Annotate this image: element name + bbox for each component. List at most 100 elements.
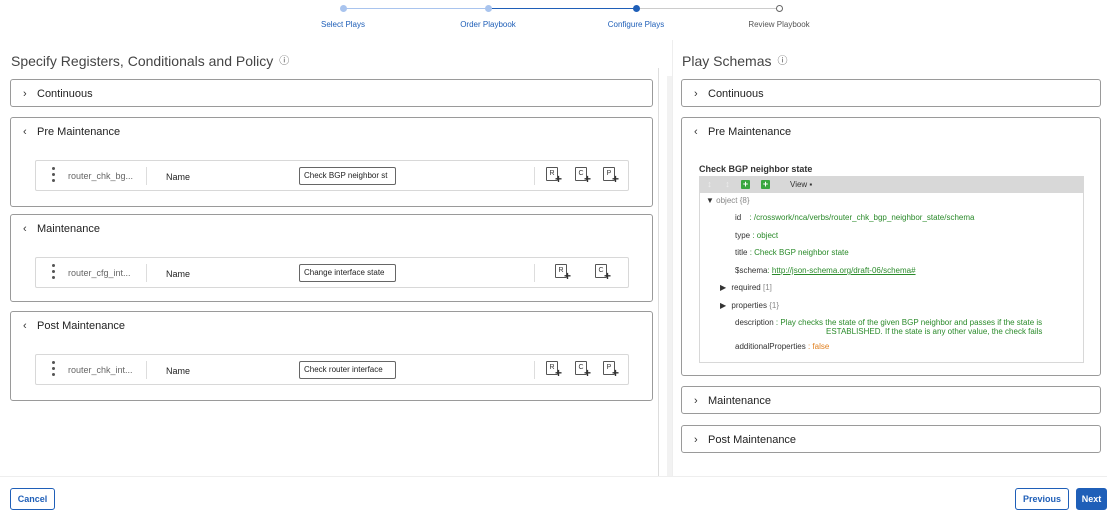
name-label: Name <box>166 172 191 182</box>
accordion-header[interactable]: › Maintenance <box>694 395 771 407</box>
accordion-pre-maintenance: ‹ Pre Maintenance router_chk_bg... Name C… <box>10 117 653 207</box>
accordion-header[interactable]: › Continuous <box>23 88 93 100</box>
tree-node-title: title : Check BGP neighbor state <box>735 248 849 257</box>
plus-icon: + <box>555 172 563 186</box>
name-label: Name <box>166 269 191 279</box>
play-name-input[interactable]: Change interface state <box>299 264 396 282</box>
caret-right-icon: ▶ <box>720 301 727 310</box>
node-key: type <box>735 231 751 240</box>
add-policy-button[interactable]: P + <box>603 167 620 186</box>
divider <box>146 361 147 379</box>
tree-node-id: id : /crosswork/nca/verbs/router_chk_bgp… <box>735 213 974 222</box>
chevron-right-icon: › <box>694 88 698 100</box>
schema-tree: ▼ object {8} id : /crosswork/nca/verbs/r… <box>699 193 1084 363</box>
step-select-plays[interactable]: Select Plays <box>321 20 365 29</box>
divider <box>534 167 535 185</box>
previous-button[interactable]: Previous <box>1015 488 1069 510</box>
next-button[interactable]: Next <box>1076 488 1107 510</box>
accordion-header[interactable]: ‹ Post Maintenance <box>23 320 125 332</box>
play-name-input[interactable]: Check router interface <box>299 361 396 379</box>
accordion-label: Pre Maintenance <box>37 126 121 138</box>
accordion-header[interactable]: › Continuous <box>694 88 764 100</box>
chevron-down-icon: ‹ <box>23 223 27 235</box>
accordion-label: Continuous <box>37 88 93 100</box>
expand-all-icon[interactable]: ↕ <box>705 180 714 189</box>
plus-icon: + <box>555 366 563 380</box>
node-key: id <box>735 213 742 222</box>
accordion-post-maintenance: ‹ Post Maintenance router_chk_int... Name… <box>10 311 653 401</box>
tree-node-root[interactable]: ▼ object {8} <box>706 196 750 205</box>
drag-handle-icon[interactable] <box>50 264 56 282</box>
chevron-down-icon: ‹ <box>23 320 27 332</box>
cancel-button[interactable]: Cancel <box>10 488 55 510</box>
plus-icon: + <box>612 172 620 186</box>
pane-divider <box>672 40 673 476</box>
schema-accordion-pre-maintenance: ‹ Pre Maintenance Check BGP neighbor stat… <box>681 117 1101 376</box>
node-key: properties <box>731 301 767 310</box>
accordion-header[interactable]: ‹ Pre Maintenance <box>23 126 120 138</box>
step-order-playbook[interactable]: Order Playbook <box>460 20 516 29</box>
plus-icon: + <box>612 366 620 380</box>
schema-accordion-post-maintenance[interactable]: › Post Maintenance <box>681 425 1101 453</box>
tree-node-properties[interactable]: ▶ properties {1} <box>720 301 779 310</box>
add-register-button[interactable]: R + <box>546 361 563 380</box>
collapse-all-icon[interactable]: ↕ <box>723 180 732 189</box>
tree-node-schema: $schema: http://json-schema.org/draft-06… <box>735 266 916 275</box>
schema-heading: Check BGP neighbor state <box>699 164 813 174</box>
add-conditional-button[interactable]: C + <box>595 264 612 283</box>
accordion-label: Post Maintenance <box>708 434 797 446</box>
divider <box>146 264 147 282</box>
play-name-input[interactable]: Check BGP neighbor st <box>299 167 396 185</box>
right-title-text: Play Schemas <box>682 53 772 69</box>
plus-icon: + <box>584 172 592 186</box>
node-key: object <box>716 196 738 205</box>
add-register-button[interactable]: R + <box>546 167 563 186</box>
schema-accordion-maintenance[interactable]: › Maintenance <box>681 386 1101 414</box>
tree-node-type: type : object <box>735 231 778 240</box>
divider <box>146 167 147 185</box>
footer-divider <box>0 476 1107 477</box>
accordion-label: Pre Maintenance <box>708 126 792 138</box>
step-configure-plays[interactable]: Configure Plays <box>608 20 664 29</box>
chevron-right-icon: › <box>694 395 698 407</box>
schema-link[interactable]: http://json-schema.org/draft-06/schema# <box>772 266 916 275</box>
info-icon[interactable]: ⓘ <box>777 56 787 67</box>
divider <box>534 264 535 282</box>
node-value: : /crosswork/nca/verbs/router_chk_bgp_ne… <box>749 213 975 222</box>
accordion-header[interactable]: ‹ Maintenance <box>23 223 100 235</box>
view-dropdown[interactable]: View ▪ <box>790 180 812 189</box>
plus-icon: + <box>584 366 592 380</box>
step-dot-order-playbook <box>485 5 492 12</box>
accordion-header[interactable]: › Post Maintenance <box>694 434 796 446</box>
add-conditional-button[interactable]: C + <box>575 167 592 186</box>
info-icon[interactable]: ⓘ <box>279 56 289 67</box>
add-child-icon[interactable]: + <box>761 180 770 189</box>
play-row: router_cfg_int... Name Change interface … <box>35 257 629 288</box>
accordion-header[interactable]: ‹ Pre Maintenance <box>694 126 791 138</box>
add-register-button[interactable]: R + <box>555 264 572 282</box>
tree-node-description: description : Play checks the state of t… <box>735 318 1042 327</box>
node-key: additionalProperties <box>735 342 806 351</box>
caret-down-icon: ▼ <box>706 196 714 205</box>
plus-icon: + <box>604 269 612 283</box>
divider <box>534 361 535 379</box>
add-policy-button[interactable]: P + <box>603 361 620 380</box>
node-key: description <box>735 318 774 327</box>
stepper-line <box>488 8 636 9</box>
drag-handle-icon[interactable] <box>50 167 56 185</box>
schema-accordion-continuous[interactable]: › Continuous <box>681 79 1101 107</box>
drag-handle-icon[interactable] <box>50 361 56 379</box>
pane-divider <box>658 68 659 476</box>
tree-node-required[interactable]: ▶ required [1] <box>720 283 772 292</box>
node-count: {1} <box>769 301 779 310</box>
add-conditional-button[interactable]: C + <box>575 361 592 380</box>
left-pane-title: Specify Registers, Conditionals and Poli… <box>11 52 289 69</box>
accordion-continuous[interactable]: › Continuous <box>10 79 653 107</box>
add-node-icon[interactable]: + <box>741 180 750 189</box>
accordion-maintenance: ‹ Maintenance router_cfg_int... Name Chan… <box>10 214 653 302</box>
node-value: : false <box>807 342 830 351</box>
play-row: router_chk_bg... Name Check BGP neighbor… <box>35 160 629 191</box>
node-count: [1] <box>762 283 772 292</box>
tree-node-additional-properties: additionalProperties : false <box>735 342 829 351</box>
step-review-playbook: Review Playbook <box>748 20 810 29</box>
